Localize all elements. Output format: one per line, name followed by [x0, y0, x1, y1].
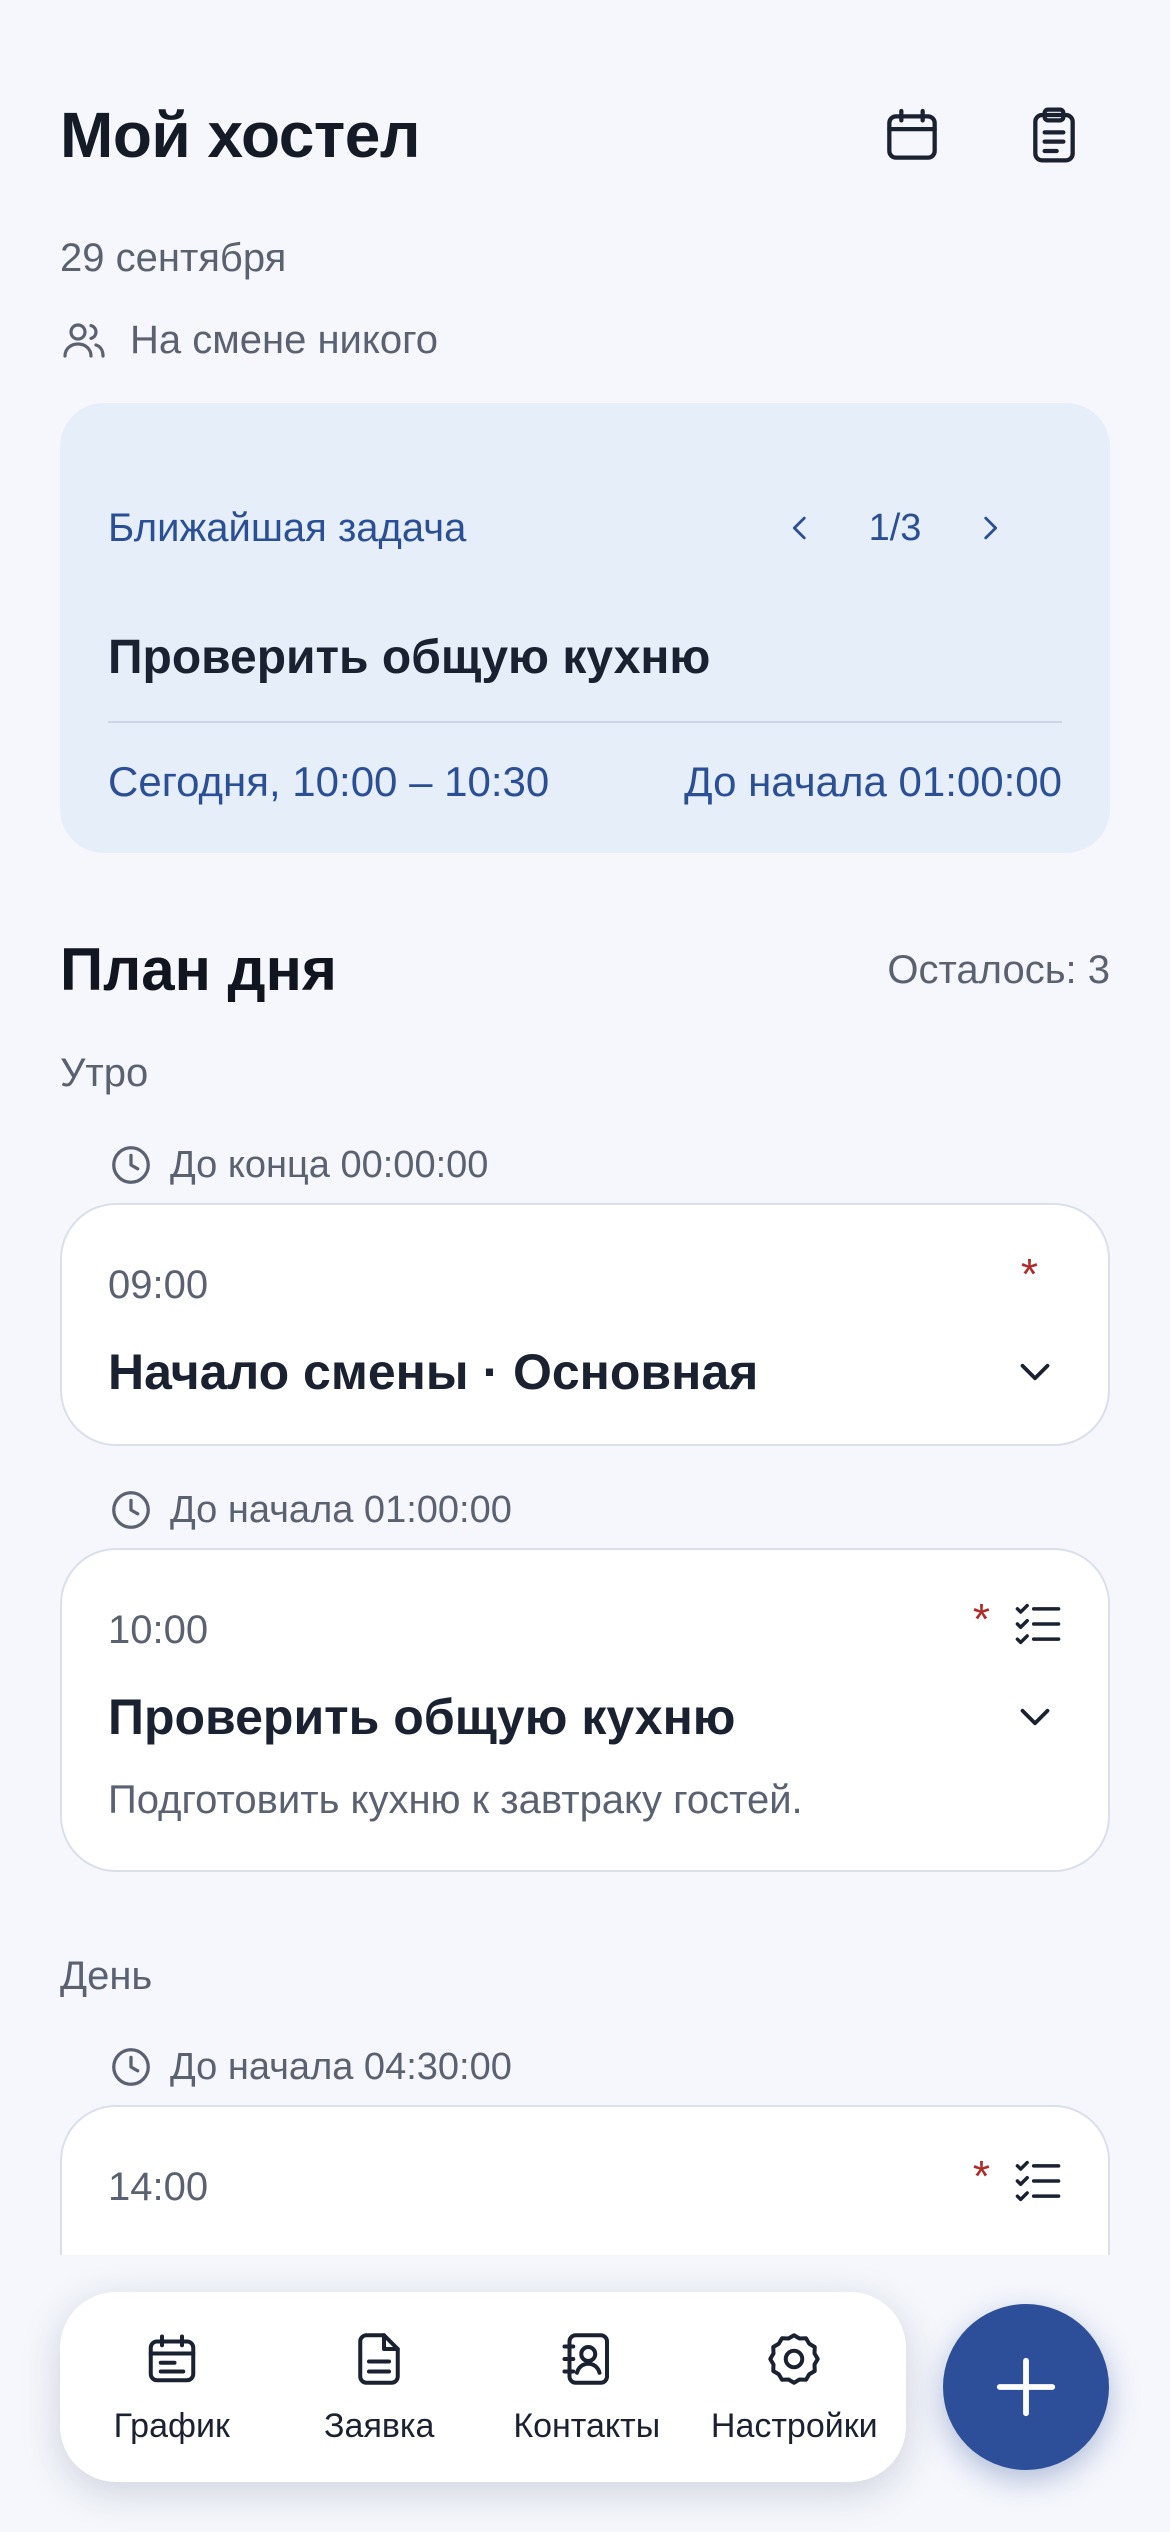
users-icon [63, 323, 105, 358]
document-icon [358, 2332, 400, 2385]
header: Мой хостел [60, 90, 1110, 180]
task-title: Проверить общую кухню [108, 1689, 736, 1745]
clock-icon [112, 2048, 150, 2086]
task-timer: До конца 00:00:00 [108, 1135, 488, 1195]
nav-item-schedule[interactable]: График [72, 2329, 272, 2446]
task-timer: До начала 04:30:00 [108, 2037, 512, 2097]
clipboard-button[interactable] [1014, 95, 1094, 175]
task-card[interactable]: 09:00 * Начало смены · Основная [60, 1203, 1110, 1446]
next-task-label: Ближайшая задача [108, 506, 467, 550]
required-marker: * [1020, 1250, 1038, 1299]
task-title: Начало смены · Основная [108, 1344, 759, 1400]
clipboard-icon [1033, 107, 1075, 163]
nav-label: Настройки [710, 2406, 878, 2445]
next-task-button[interactable] [960, 498, 1020, 558]
next-task-countdown: До начала 01:00:00 [684, 758, 1062, 805]
chevron-down-icon[interactable] [1010, 1692, 1060, 1742]
prev-task-button[interactable] [770, 498, 830, 558]
plus-icon [996, 2357, 1056, 2417]
schedule-icon [148, 2334, 195, 2382]
clock-icon [112, 1146, 150, 1184]
nav-item-settings[interactable]: Настройки [694, 2329, 894, 2446]
chevron-down-icon[interactable] [1010, 1347, 1060, 1397]
task-time: 14:00 [108, 2165, 209, 2209]
chevron-left-icon [792, 516, 806, 540]
current-date: 29 сентября [60, 236, 287, 280]
nav-label: Контакты [513, 2406, 661, 2445]
task-card[interactable]: 14:00 * [60, 2105, 1110, 2255]
nav-item-request[interactable]: Заявка [279, 2329, 479, 2446]
task-counter: 1/3 [868, 506, 922, 549]
chevron-right-icon [984, 516, 998, 540]
nav-label: Заявка [324, 2406, 435, 2445]
task-time: 09:00 [108, 1263, 209, 1307]
remaining-count: Осталось: 3 [887, 948, 1110, 992]
next-task-pager: 1/3 [770, 498, 1020, 558]
page-title: Мой хостел [60, 99, 420, 171]
required-marker: * [972, 1595, 990, 1644]
shift-status: На смене никого [60, 310, 438, 370]
nav-label: График [113, 2406, 230, 2445]
checklist-icon [1015, 2160, 1061, 2202]
next-task-card[interactable]: Ближайшая задача 1/3 Проверить общую кух… [60, 403, 1110, 853]
task-card[interactable]: 10:00 * Проверить общую кухню Подготовит… [60, 1548, 1110, 1872]
calendar-icon [887, 108, 937, 160]
task-description: Подготовить кухню к завтраку гостей. [108, 1778, 803, 1822]
task-timer-text: До начала 04:30:00 [170, 2045, 512, 2088]
clock-icon [112, 1491, 150, 1529]
divider [108, 721, 1062, 723]
required-marker: * [972, 2152, 990, 2201]
next-task-time: Сегодня, 10:00 – 10:30 [108, 758, 550, 805]
section-label-day: День [60, 1954, 153, 1998]
section-label-morning: Утро [60, 1051, 149, 1095]
add-button[interactable] [943, 2304, 1109, 2470]
task-timer-text: До конца 00:00:00 [170, 1143, 489, 1186]
task-timer-text: До начала 01:00:00 [170, 1488, 512, 1531]
shift-text: На смене никого [130, 317, 439, 362]
calendar-button[interactable] [872, 95, 952, 175]
task-timer: До начала 01:00:00 [108, 1480, 512, 1540]
task-time: 10:00 [108, 1608, 209, 1652]
checklist-icon [1015, 1603, 1061, 1645]
plan-title: План дня [60, 936, 337, 1003]
next-task-title: Проверить общую кухню [108, 631, 711, 684]
bottom-navigation: График Заявка Контакты Настройки [60, 2292, 906, 2482]
contacts-icon [562, 2332, 609, 2385]
nav-item-contacts[interactable]: Контакты [487, 2329, 687, 2446]
settings-icon [768, 2332, 820, 2385]
